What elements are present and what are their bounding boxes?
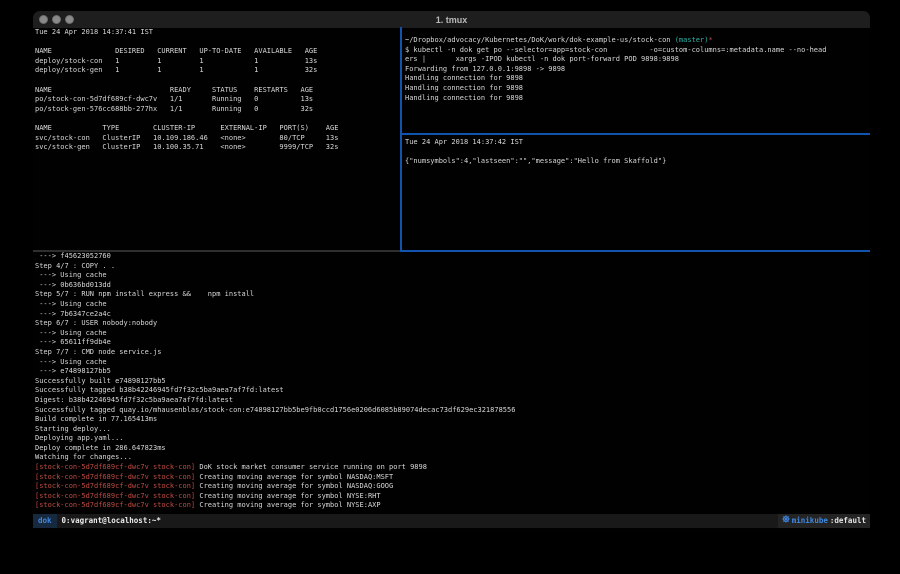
terminal-line: [stock-con-5d7df689cf-dwc7v stock-con] C… xyxy=(35,501,515,511)
terminal-line xyxy=(405,148,666,158)
terminal-line: Handling connection for 9898 xyxy=(405,84,826,94)
terminal-line: ---> Using cache xyxy=(35,271,515,281)
terminal-line: NAME READY STATUS RESTARTS AGE xyxy=(35,86,338,96)
terminal-line: {"numsymbols":4,"lastseen":"","message":… xyxy=(405,157,666,167)
terminal-line: Successfully built e74898127bb5 xyxy=(35,377,515,387)
terminal-line: ---> 65611ff9db4e xyxy=(35,338,515,348)
tmux-pane-kubectl-resources[interactable]: Tue 24 Apr 2018 14:37:41 IST NAME DESIRE… xyxy=(35,28,338,153)
terminal-line: [stock-con-5d7df689cf-dwc7v stock-con] D… xyxy=(35,463,515,473)
tmux-window-tab[interactable]: 0:vagrant@localhost:~* xyxy=(62,514,161,528)
terminal-line: Step 6/7 : USER nobody:nobody xyxy=(35,319,515,329)
terminal-line: Step 5/7 : RUN npm install express && np… xyxy=(35,290,515,300)
terminal-line: Step 4/7 : COPY . . xyxy=(35,262,515,272)
terminal-line xyxy=(35,76,338,86)
terminal-line: NAME TYPE CLUSTER-IP EXTERNAL-IP PORT(S)… xyxy=(35,124,338,134)
terminal-line: ---> Using cache xyxy=(35,329,515,339)
tmux-pane-curl-output[interactable]: Tue 24 Apr 2018 14:37:42 IST {"numsymbol… xyxy=(405,138,666,167)
terminal-line: svc/stock-gen ClusterIP 10.100.35.71 <no… xyxy=(35,143,338,153)
terminal-line: ers | xargs -IPOD kubectl -n dok port-fo… xyxy=(405,55,826,65)
terminal-line: Watching for changes... xyxy=(35,453,515,463)
terminal-line: Step 7/7 : CMD node service.js xyxy=(35,348,515,358)
session-name-badge: dok xyxy=(33,514,57,528)
terminal-line: ---> 7b6347ce2a4c xyxy=(35,310,515,320)
terminal-line: ---> 0b636bd013dd xyxy=(35,281,515,291)
terminal-line: Starting deploy... xyxy=(35,425,515,435)
terminal-line: ---> e74898127bb5 xyxy=(35,367,515,377)
terminal-line: Successfully tagged quay.io/mhausenblas/… xyxy=(35,406,515,416)
terminal-line xyxy=(35,38,338,48)
tmux-pane-skaffold-log[interactable]: ---> f45623052760Step 4/7 : COPY . . ---… xyxy=(35,252,515,511)
terminal-line: svc/stock-con ClusterIP 10.109.186.46 <n… xyxy=(35,134,338,144)
screen-background: { "window": { "title": "1. tmux" }, "col… xyxy=(0,0,900,574)
terminal-line: ~/Dropbox/advocacy/Kubernetes/DoK/work/d… xyxy=(405,36,826,46)
terminal-line: ---> f45623052760 xyxy=(35,252,515,262)
terminal-line: $ kubectl -n dok get po --selector=app=s… xyxy=(405,46,826,56)
terminal-line: ---> Using cache xyxy=(35,358,515,368)
terminal-line: [stock-con-5d7df689cf-dwc7v stock-con] C… xyxy=(35,482,515,492)
terminal-line: NAME DESIRED CURRENT UP-TO-DATE AVAILABL… xyxy=(35,47,338,57)
terminal-line: [stock-con-5d7df689cf-dwc7v stock-con] C… xyxy=(35,492,515,502)
terminal-line: Build complete in 77.165413ms xyxy=(35,415,515,425)
tmux-pane-port-forward[interactable]: ~/Dropbox/advocacy/Kubernetes/DoK/work/d… xyxy=(405,36,826,103)
helm-wheel-icon xyxy=(782,514,790,528)
kube-namespace: :default xyxy=(830,514,866,528)
terminal-line: [stock-con-5d7df689cf-dwc7v stock-con] C… xyxy=(35,473,515,483)
terminal-line: deploy/stock-gen 1 1 1 1 32s xyxy=(35,66,338,76)
terminal-line: deploy/stock-con 1 1 1 1 13s xyxy=(35,57,338,67)
terminal-line xyxy=(35,114,338,124)
terminal-line: Tue 24 Apr 2018 14:37:41 IST xyxy=(35,28,338,38)
terminal-line: Deploying app.yaml... xyxy=(35,434,515,444)
tmux-status-bar: dok 0:vagrant@localhost:~* minikube:defa… xyxy=(33,514,870,528)
terminal-line: Successfully tagged b38b42246945fd7f32c5… xyxy=(35,386,515,396)
terminal-line: ---> Using cache xyxy=(35,300,515,310)
pane-divider-bottom-left xyxy=(33,250,400,252)
window-titlebar[interactable]: 1. tmux xyxy=(33,11,870,29)
pane-divider-bottom-right xyxy=(400,250,870,252)
kube-context-indicator: minikube:default xyxy=(778,514,870,528)
window-title: 1. tmux xyxy=(33,15,870,25)
terminal-line: Forwarding from 127.0.0.1:9898 -> 9898 xyxy=(405,65,826,75)
pane-divider-vertical xyxy=(400,27,402,251)
terminal-line: Handling connection for 9898 xyxy=(405,74,826,84)
terminal-line: Digest: b38b42246945fd7f32c5ba9aea7af7fd… xyxy=(35,396,515,406)
terminal-line: Tue 24 Apr 2018 14:37:42 IST xyxy=(405,138,666,148)
terminal-line: Deploy complete in 286.647823ms xyxy=(35,444,515,454)
terminal-line: po/stock-con-5d7df689cf-dwc7v 1/1 Runnin… xyxy=(35,95,338,105)
terminal-line: po/stock-gen-576cc688bb-277hx 1/1 Runnin… xyxy=(35,105,338,115)
pane-divider-right-horizontal xyxy=(402,133,870,135)
terminal-line: Handling connection for 9898 xyxy=(405,94,826,104)
kube-context-name: minikube xyxy=(792,514,828,528)
